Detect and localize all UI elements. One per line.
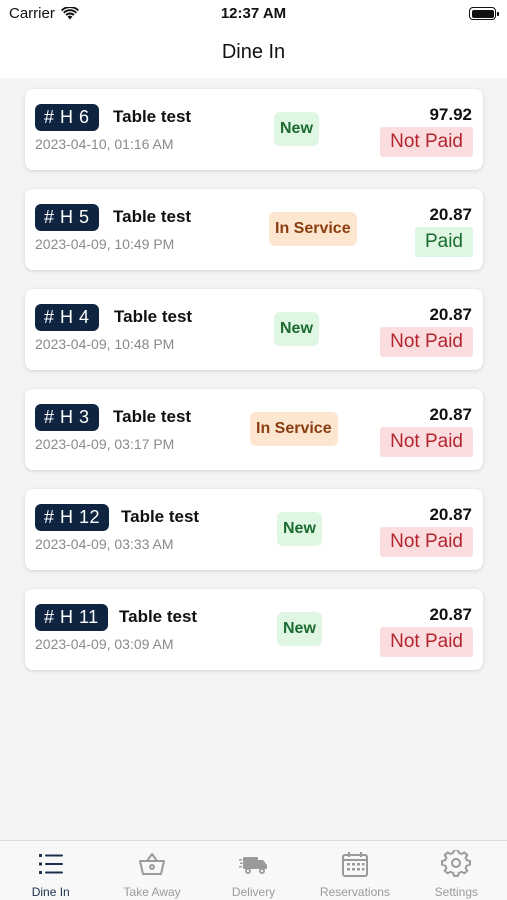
order-card[interactable]: # H 5 Table test 2023-04-09, 10:49 PM In… (25, 189, 483, 270)
tab-label: Delivery (231, 885, 276, 899)
list-icon (38, 854, 63, 874)
payment-status-badge: Not Paid (380, 127, 473, 157)
order-date: 2023-04-09, 10:48 PM (35, 336, 175, 352)
navigation-bar: Dine In (0, 30, 507, 78)
clock: 12:37 AM (220, 5, 287, 22)
payment-status-badge: Not Paid (380, 627, 473, 657)
status-badge: New (277, 512, 322, 546)
table-number-badge: # H 12 (35, 504, 110, 531)
order-card[interactable]: # H 12 Table test 2023-04-09, 03:33 AM N… (25, 489, 483, 570)
payment-status-badge: Not Paid (380, 427, 473, 457)
order-amount: 20.87 (429, 605, 472, 624)
table-name: Table test (121, 507, 200, 526)
order-date: 2023-04-10, 01:16 AM (35, 136, 174, 152)
tab-settings[interactable]: Settings (406, 841, 507, 900)
order-date: 2023-04-09, 03:09 AM (35, 636, 174, 652)
table-number-badge: # H 4 (35, 304, 99, 331)
order-amount: 20.87 (429, 205, 472, 224)
truck-icon (238, 857, 267, 874)
basket-icon (139, 853, 166, 875)
order-card[interactable]: # H 6 Table test 2023-04-10, 01:16 AM Ne… (25, 89, 483, 170)
status-badge: In Service (269, 212, 357, 246)
tab-take-away[interactable]: Take Away (101, 841, 202, 900)
tab-reservations[interactable]: Reservations (304, 841, 405, 900)
table-number-badge: # H 3 (35, 404, 99, 431)
status-bar: Carrier 12:37 AM (0, 0, 507, 30)
status-badge: New (274, 312, 319, 346)
table-number-badge: # H 6 (35, 104, 99, 131)
table-number-badge: # H 11 (35, 604, 108, 631)
payment-status-badge: Paid (414, 227, 473, 257)
table-name: Table test (119, 607, 198, 626)
order-amount: 97.92 (429, 105, 472, 124)
order-date: 2023-04-09, 03:17 PM (35, 436, 175, 452)
tab-label: Dine In (31, 885, 70, 899)
tab-dine-in[interactable]: Dine In (0, 841, 101, 900)
order-list: # H 6 Table test 2023-04-10, 01:16 AM Ne… (25, 89, 483, 689)
order-card[interactable]: # H 3 Table test 2023-04-09, 03:17 PM In… (25, 389, 483, 470)
table-name: Table test (113, 107, 192, 126)
tab-label: Settings (434, 885, 478, 899)
table-name: Table test (113, 207, 192, 226)
tab-bar: Dine In Take Away Delivery Reservations … (0, 840, 507, 900)
payment-status-badge: Not Paid (380, 327, 473, 357)
order-amount: 20.87 (429, 305, 472, 324)
gear-icon (441, 850, 472, 877)
status-badge: New (274, 112, 319, 146)
order-amount: 20.87 (429, 405, 472, 424)
table-name: Table test (113, 407, 192, 426)
table-number-badge: # H 5 (35, 204, 99, 231)
page-title: Dine In (221, 41, 286, 63)
order-card[interactable]: # H 4 Table test 2023-04-09, 10:48 PM Ne… (25, 289, 483, 370)
status-badge: New (277, 612, 322, 646)
order-date: 2023-04-09, 03:33 AM (35, 536, 174, 552)
calendar-icon (341, 852, 368, 877)
tab-label: Reservations (319, 885, 390, 899)
table-name: Table test (114, 307, 193, 326)
battery-icon (469, 7, 499, 20)
payment-status-badge: Not Paid (380, 527, 473, 557)
order-date: 2023-04-09, 10:49 PM (35, 236, 175, 252)
tab-delivery[interactable]: Delivery (203, 841, 304, 900)
order-card[interactable]: # H 11 Table test 2023-04-09, 03:09 AM N… (25, 589, 483, 670)
tab-label: Take Away (123, 885, 181, 899)
status-badge: In Service (250, 412, 338, 446)
order-amount: 20.87 (429, 505, 472, 524)
